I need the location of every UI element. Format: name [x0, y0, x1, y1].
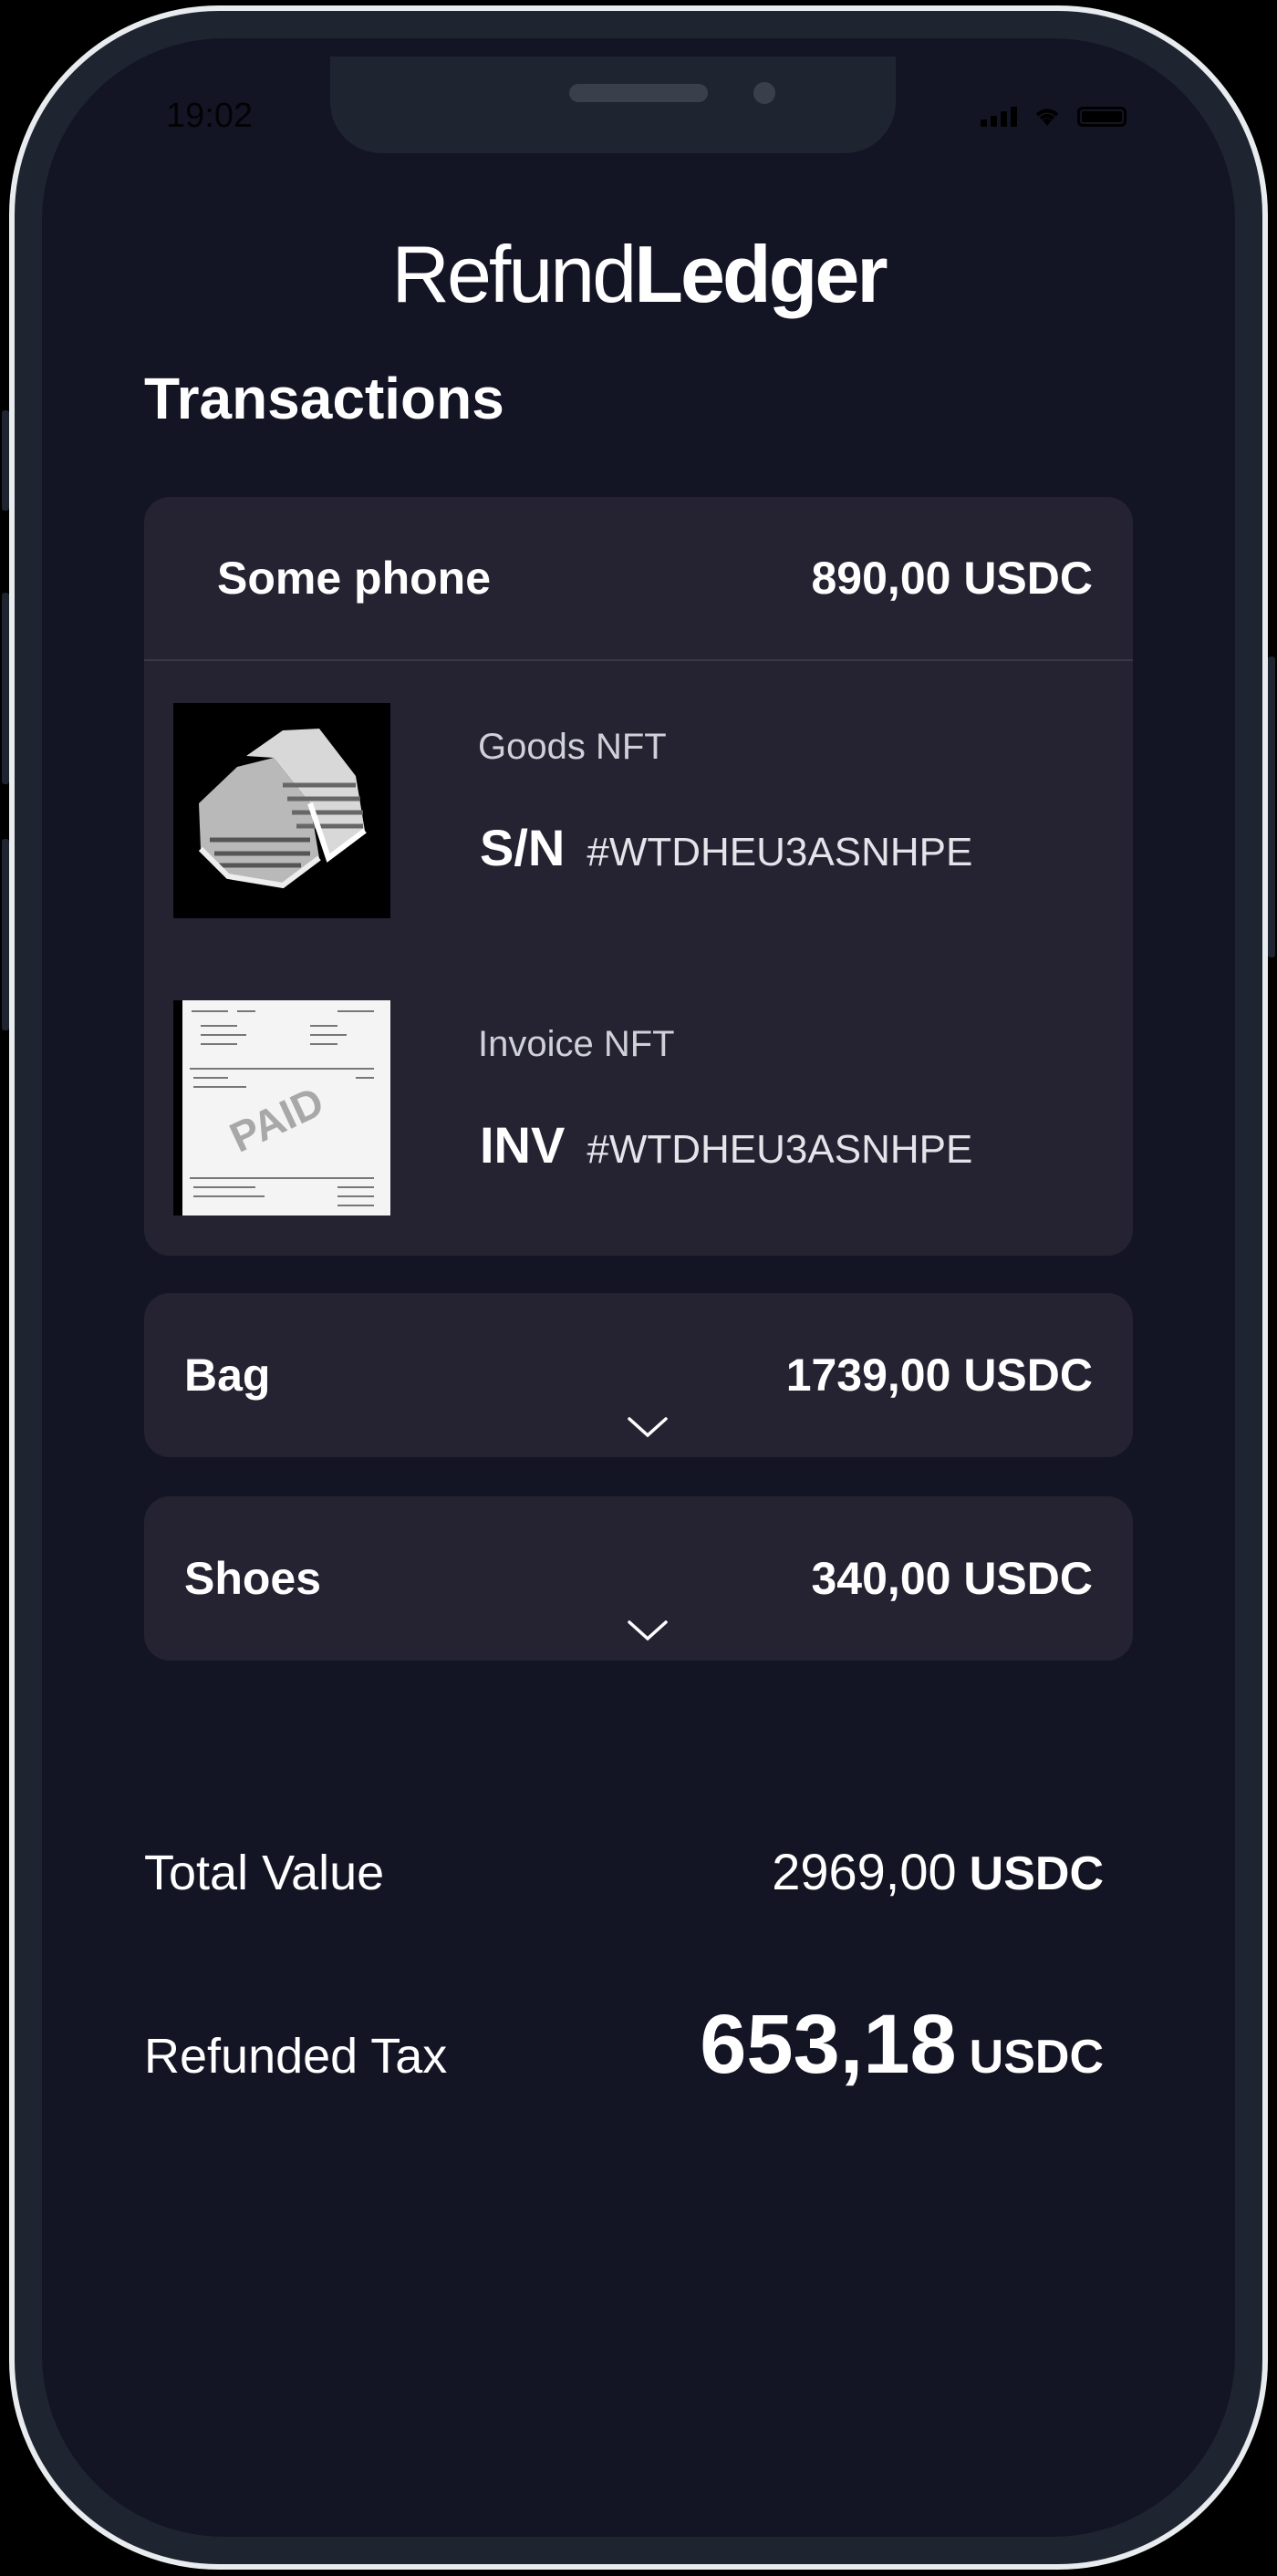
item-price: 340,00 USDC — [811, 1553, 1094, 1604]
page-title: Transactions — [144, 366, 504, 431]
speaker — [569, 84, 708, 102]
paid-invoice-image: PAID — [173, 1000, 390, 1216]
transaction-card-bag[interactable]: Bag 1739,00 USDC — [144, 1293, 1133, 1457]
refunded-tax-label: Refunded Tax — [144, 2029, 448, 2084]
total-value-amount-group: 2969,00 USDC — [772, 1842, 1104, 1901]
transaction-card-some-phone[interactable]: Some phone 890,00 USDC Goods NFT S/N #WT… — [144, 497, 1133, 1256]
chevron-down-icon[interactable] — [626, 1413, 670, 1441]
notch — [330, 57, 896, 153]
app-brand: RefundLedger — [0, 228, 1277, 321]
total-value-row: Total Value 2969,00 USDC — [144, 1842, 1104, 1901]
volume-up-button — [2, 593, 9, 784]
nft-type-label: Goods NFT — [478, 727, 667, 767]
wifi-icon — [1035, 109, 1059, 126]
transaction-card-shoes[interactable]: Shoes 340,00 USDC — [144, 1496, 1133, 1660]
nft-hash: #WTDHEU3ASNHPE — [587, 1127, 973, 1172]
status-icons — [981, 106, 1126, 128]
item-name: Some phone — [217, 553, 492, 604]
brand-light: Refund — [391, 229, 637, 319]
volume-down-button — [2, 839, 9, 1030]
nft-code: INV #WTDHEU3ASNHPE — [480, 1115, 972, 1174]
refunded-tax-row: Refunded Tax 653,18 USDC — [144, 1997, 1104, 2093]
camera — [753, 82, 775, 104]
power-button — [1268, 657, 1275, 957]
battery-icon — [1077, 107, 1126, 127]
mute-switch — [2, 410, 9, 511]
transaction-header[interactable]: Some phone 890,00 USDC — [144, 497, 1133, 661]
total-value-unit: USDC — [969, 1847, 1104, 1900]
total-value-amount: 2969,00 — [772, 1843, 957, 1900]
goods-nft-row[interactable]: Goods NFT S/N #WTDHEU3ASNHPE — [144, 663, 1133, 960]
total-value-label: Total Value — [144, 1846, 385, 1900]
nft-code: S/N #WTDHEU3ASNHPE — [480, 818, 972, 877]
item-name: Shoes — [184, 1553, 322, 1604]
item-name: Bag — [184, 1350, 271, 1401]
signal-icon — [981, 107, 1017, 127]
chevron-down-icon[interactable] — [626, 1617, 670, 1644]
nft-type-label: Invoice NFT — [478, 1024, 675, 1064]
refunded-tax-unit: USDC — [969, 2031, 1104, 2084]
item-price: 1739,00 USDC — [785, 1350, 1093, 1401]
refunded-tax-amount-group: 653,18 USDC — [700, 1997, 1104, 2093]
invoice-nft-row[interactable]: PAID Invoice NFT INV #WTDHEU3ASNHPE — [144, 960, 1133, 1257]
brand-bold: Ledger — [634, 229, 888, 319]
nft-prefix: INV — [480, 1116, 566, 1174]
sneakers-image — [173, 703, 390, 918]
nft-prefix: S/N — [480, 819, 566, 876]
status-time: 19:02 — [166, 97, 254, 135]
nft-hash: #WTDHEU3ASNHPE — [587, 830, 973, 874]
refunded-tax-amount: 653,18 — [700, 1998, 957, 2091]
item-price: 890,00 USDC — [811, 553, 1094, 604]
